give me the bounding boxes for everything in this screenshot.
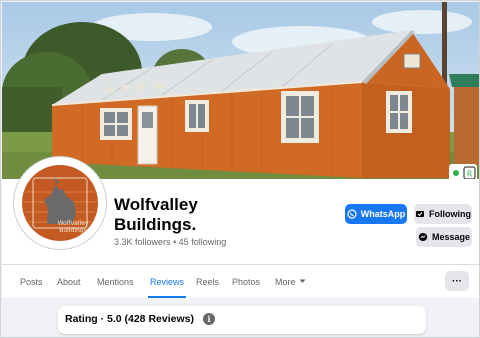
- tab-mentions[interactable]: Mentions: [97, 265, 134, 298]
- whatsapp-label: WhatsApp: [360, 209, 406, 219]
- avatar[interactable]: Wolfvalley Buildings: [14, 157, 106, 249]
- page-tabs: Posts About Mentions Reviews Reels Photo…: [2, 264, 479, 298]
- whatsapp-button[interactable]: WhatsApp: [345, 204, 407, 224]
- more-icon: ···: [452, 275, 462, 287]
- page-title-line2: Buildings.: [114, 215, 197, 234]
- tab-label: Posts: [20, 276, 43, 287]
- page-title-line1: Wolfvalley: [114, 195, 198, 214]
- tab-posts[interactable]: Posts: [20, 265, 43, 298]
- tab-photos[interactable]: Photos: [232, 265, 260, 298]
- info-icon[interactable]: i: [203, 313, 215, 325]
- svg-text:Buildings: Buildings: [59, 227, 86, 234]
- tab-about[interactable]: About: [57, 265, 81, 298]
- tab-label: More: [275, 276, 296, 287]
- tab-label: Mentions: [97, 276, 134, 287]
- profile-header: Wolfvalley Buildings Wolfvalley Building…: [2, 157, 479, 264]
- tab-label: Reviews: [150, 276, 185, 287]
- chevron-down-icon: [299, 279, 306, 283]
- tab-more[interactable]: More: [275, 265, 306, 298]
- following-icon: [416, 211, 424, 217]
- followers-stats[interactable]: 3.3K followers • 45 following: [114, 237, 226, 247]
- following-button[interactable]: Following: [414, 204, 472, 224]
- wolf-logo-icon: Wolfvalley Buildings: [18, 161, 102, 245]
- svg-text:Wolfvalley: Wolfvalley: [58, 220, 89, 227]
- cover-image: [2, 2, 479, 179]
- messenger-icon: [418, 233, 428, 241]
- info-glyph: i: [207, 314, 211, 324]
- tab-label: Reels: [196, 276, 220, 287]
- whatsapp-icon: [347, 209, 357, 219]
- svg-text:R: R: [467, 170, 473, 179]
- cover-photo[interactable]: [2, 2, 479, 179]
- rating-summary: Rating · 5.0 (428 Reviews): [65, 313, 194, 325]
- tab-reels[interactable]: Reels: [196, 265, 219, 298]
- tab-label: About: [57, 276, 81, 287]
- tab-label: Photos: [232, 276, 261, 287]
- more-options-button[interactable]: ···: [445, 271, 469, 291]
- tab-reviews[interactable]: Reviews: [147, 265, 187, 298]
- rating-card: Rating · 5.0 (428 Reviews) i: [58, 306, 426, 334]
- page-title: Wolfvalley Buildings.: [114, 195, 314, 235]
- message-label: Message: [431, 232, 471, 242]
- message-button[interactable]: Message: [416, 227, 472, 247]
- page-frame: R Wolfvalley Buildings Wolfvalley Buildi…: [0, 0, 480, 338]
- following-label: Following: [429, 209, 471, 219]
